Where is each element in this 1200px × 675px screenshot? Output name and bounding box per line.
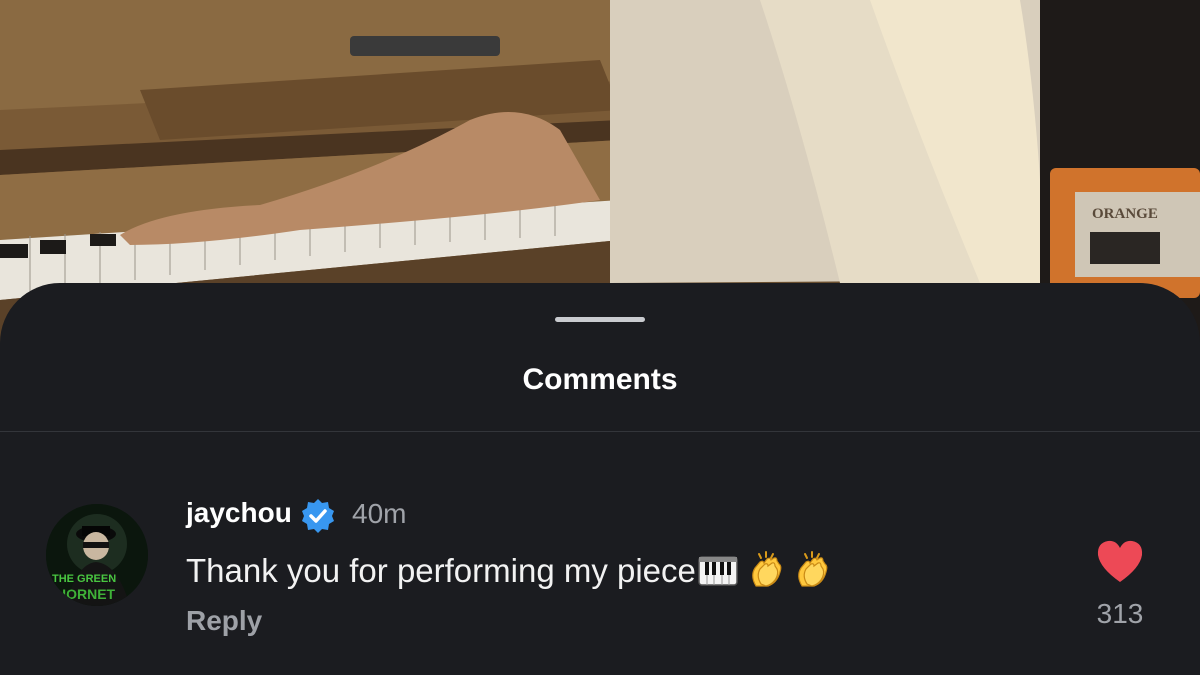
amp-label: ORANGE [1092,206,1158,222]
comment-username[interactable]: jaychou [186,497,292,529]
drag-handle[interactable] [555,317,645,322]
divider [0,431,1200,432]
comment-body: Thank you for performing my piece [186,552,696,589]
clap-icon [748,550,784,596]
avatar[interactable]: THE GREEN HORNET [46,504,148,606]
comment-timestamp: 40m [352,498,407,529]
sheet-title: Comments [522,363,678,396]
like-button[interactable] [1095,538,1145,584]
piano-icon [698,556,738,594]
reply-button[interactable]: Reply [186,605,262,637]
avatar-text-top: THE GREEN [52,573,116,585]
verified-badge-icon [300,498,336,534]
clap-icon [794,550,830,596]
comment-text: Thank you for performing my piece [186,550,830,596]
like-count: 313 [1096,598,1144,629]
avatar-text-bottom: HORNET [56,586,116,602]
comments-sheet: Comments THE GREEN HORNET jaychou 40m Th… [0,283,1200,675]
heart-icon [1095,540,1145,588]
